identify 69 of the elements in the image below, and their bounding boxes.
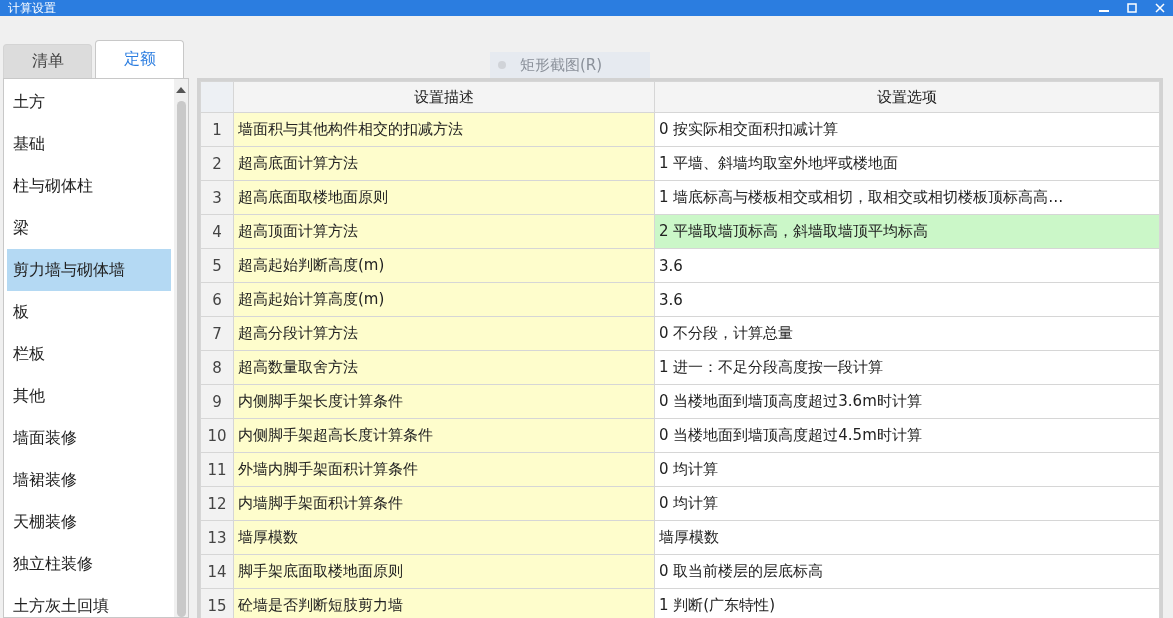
sidebar-item[interactable]: 板 [7,291,171,333]
column-header: 设置选项 [654,81,1160,113]
description-cell: 脚手架底面取楼地面原则 [233,554,655,589]
sidebar-item[interactable]: 梁 [7,207,171,249]
option-cell[interactable]: 3.6 [654,282,1160,317]
row-number: 10 [200,418,234,453]
description-cell: 砼墙是否判断短肢剪力墙 [233,588,655,618]
scroll-thumb[interactable] [176,100,186,617]
row-number: 1 [200,112,234,147]
sidebar-item[interactable]: 基础 [7,123,171,165]
maximize-icon[interactable] [1127,3,1137,13]
option-cell[interactable]: 0 均计算 [654,486,1160,521]
sidebar-item[interactable]: 天棚装修 [7,501,171,543]
description-cell: 墙面积与其他构件相交的扣减方法 [233,112,655,147]
option-cell[interactable]: 2 平墙取墙顶标高，斜墙取墙顶平均标高 [654,214,1160,249]
sidebar-item[interactable]: 墙面装修 [7,417,171,459]
column-header: 设置描述 [233,81,655,113]
tab[interactable]: 清单 [3,44,92,78]
sidebar-item[interactable]: 独立柱装修 [7,543,171,585]
row-number: 12 [200,486,234,521]
option-cell[interactable]: 0 当楼地面到墙顶高度超过4.5m时计算 [654,418,1160,453]
row-number: 15 [200,588,234,618]
sidebar-item[interactable]: 墙裙装修 [7,459,171,501]
description-cell: 内墙脚手架面积计算条件 [233,486,655,521]
row-number: 2 [200,146,234,181]
description-cell: 超高底面取楼地面原则 [233,180,655,215]
sidebar-item[interactable]: 土方 [7,81,171,123]
dot-icon [498,61,506,69]
sidebar-item[interactable]: 其他 [7,375,171,417]
option-cell[interactable]: 1 进一：不足分段高度按一段计算 [654,350,1160,385]
sidebar-item[interactable]: 栏板 [7,333,171,375]
description-cell: 超高起始计算高度(m) [233,282,655,317]
close-icon[interactable] [1155,3,1165,13]
row-number: 6 [200,282,234,317]
row-number: 9 [200,384,234,419]
description-cell: 内侧脚手架长度计算条件 [233,384,655,419]
option-cell[interactable]: 0 取当前楼层的层底标高 [654,554,1160,589]
row-number: 13 [200,520,234,555]
row-number: 3 [200,180,234,215]
window-title: 计算设置 [8,1,56,15]
description-cell: 超高顶面计算方法 [233,214,655,249]
tab[interactable]: 定额 [95,40,184,78]
sidebar-item[interactable]: 剪力墙与砌体墙 [7,249,171,291]
row-number: 11 [200,452,234,487]
option-cell[interactable]: 1 墙底标高与楼板相交或相切，取相交或相切楼板顶标高高… [654,180,1160,215]
description-cell: 墙厚模数 [233,520,655,555]
sidebar-item[interactable]: 柱与砌体柱 [7,165,171,207]
option-cell[interactable]: 0 不分段，计算总量 [654,316,1160,351]
row-number: 5 [200,248,234,283]
description-cell: 超高分段计算方法 [233,316,655,351]
description-cell: 超高起始判断高度(m) [233,248,655,283]
row-number: 14 [200,554,234,589]
description-cell: 内侧脚手架超高长度计算条件 [233,418,655,453]
scrollbar[interactable] [174,79,188,617]
option-cell[interactable]: 0 当楼地面到墙顶高度超过3.6m时计算 [654,384,1160,419]
row-number: 8 [200,350,234,385]
option-cell[interactable]: 墙厚模数 [654,520,1160,555]
row-number: 4 [200,214,234,249]
scroll-up-icon[interactable] [176,87,186,93]
option-cell[interactable]: 0 均计算 [654,452,1160,487]
row-number: 7 [200,316,234,351]
hint-label: 矩形截图(R) [520,55,603,75]
option-cell[interactable]: 1 平墙、斜墙均取室外地坪或楼地面 [654,146,1160,181]
option-cell[interactable]: 3.6 [654,248,1160,283]
sidebar-item[interactable]: 土方灰土回填 [7,585,171,617]
option-cell[interactable]: 0 按实际相交面积扣减计算 [654,112,1160,147]
description-cell: 超高数量取舍方法 [233,350,655,385]
description-cell: 外墙内脚手架面积计算条件 [233,452,655,487]
description-cell: 超高底面计算方法 [233,146,655,181]
